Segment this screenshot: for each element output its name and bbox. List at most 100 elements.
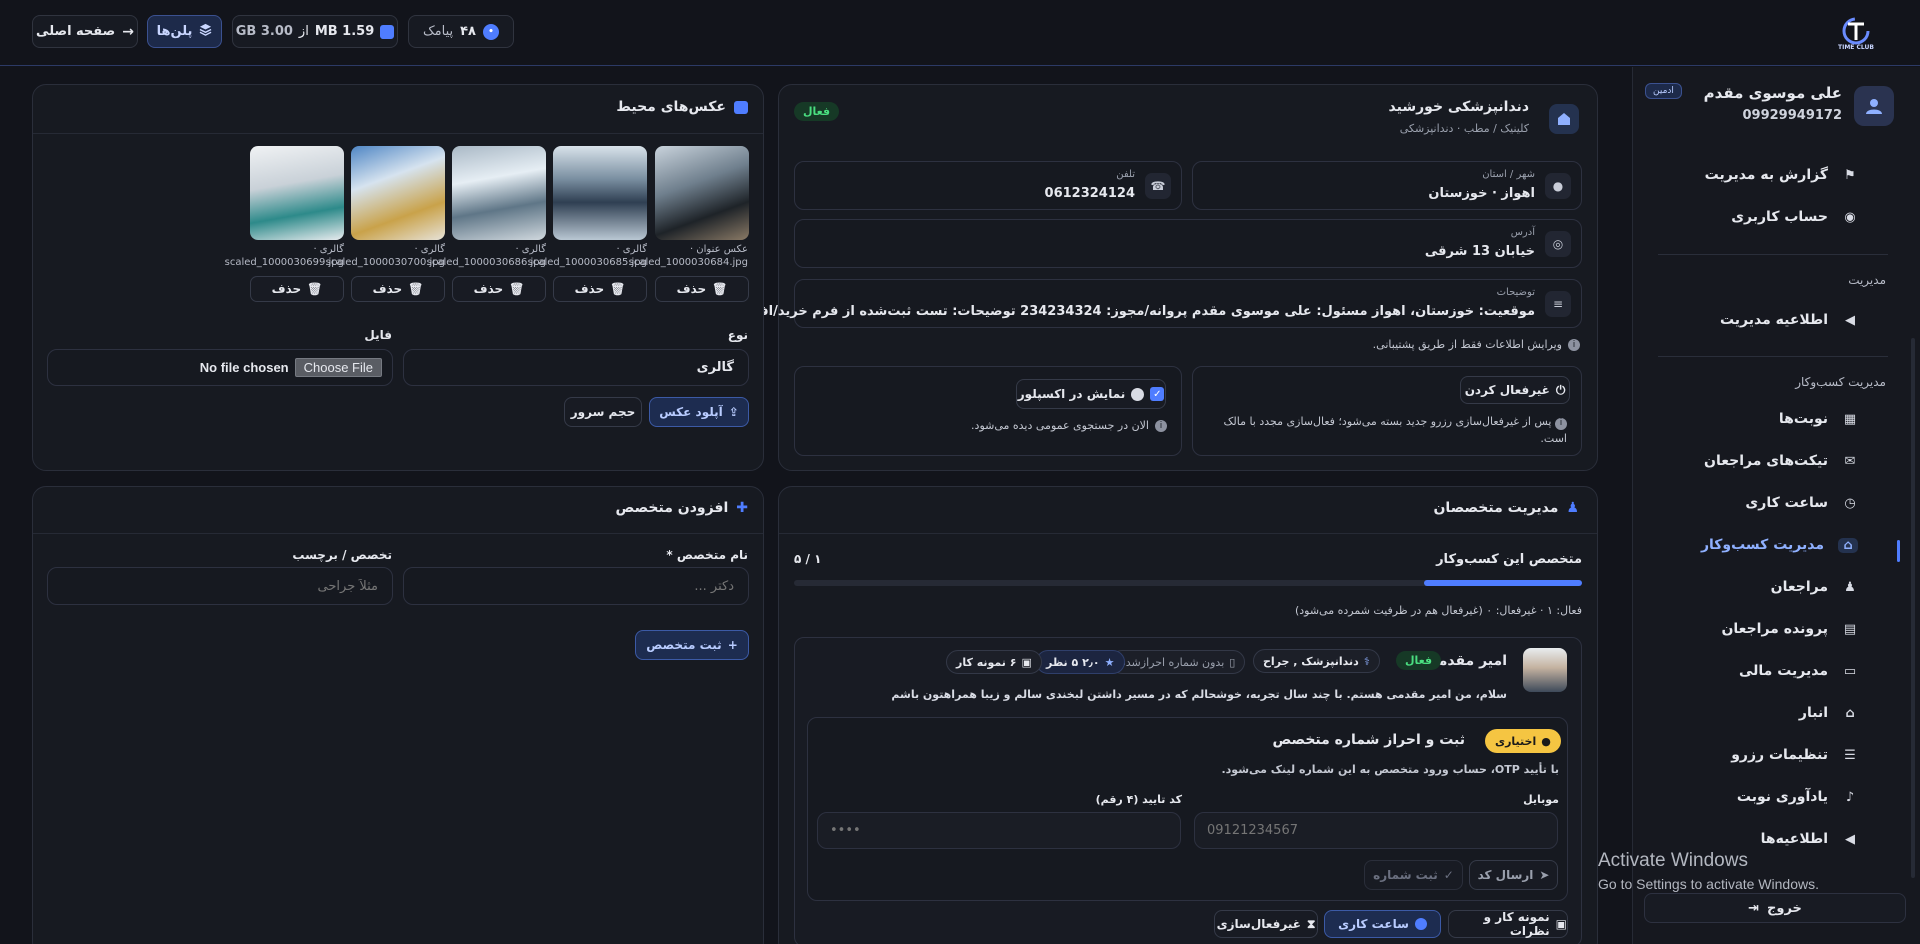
specialty-chip: ⚕ دندانپزشک , جراح xyxy=(1253,649,1380,673)
address-label: آدرس xyxy=(1510,227,1535,238)
delete-photo-button[interactable]: 🗑 حذف xyxy=(250,276,344,302)
deactivate-specialist-label: غیرفعال‌سازی xyxy=(1216,917,1301,931)
sidebar-item-1[interactable]: ✉ تیکت‌های مراجعان xyxy=(1704,453,1858,469)
no-file-text: No file chosen xyxy=(199,360,289,375)
verify-title: ثبت و احراز شماره متخصص xyxy=(1272,732,1465,748)
gallery-photo[interactable] xyxy=(351,146,445,240)
storage-total: GB 3.00 xyxy=(235,24,293,39)
storage-sep: از xyxy=(298,24,309,39)
mobile-field[interactable] xyxy=(1207,823,1545,838)
code-input[interactable] xyxy=(817,812,1181,849)
delete-label: حذف xyxy=(574,282,605,296)
edit-note-text: ویرایش اطلاعات فقط از طریق پشتیبانی. xyxy=(1372,338,1562,351)
explorer-toggle[interactable]: ✓ نمایش در اکسپلور xyxy=(1016,379,1166,409)
choose-file-button[interactable]: Choose File xyxy=(294,358,382,377)
register-number-button[interactable]: ✓ ثبت شماره xyxy=(1364,860,1463,890)
nav-section-business: مدیریت کسب‌وکار xyxy=(1795,375,1886,389)
server-size-button[interactable]: حجم سرور xyxy=(564,397,642,427)
address-field: ◎ آدرس خیابان 13 شرقی xyxy=(794,219,1582,268)
avatar[interactable] xyxy=(1854,86,1894,126)
deactivate-specialist-button[interactable]: ⧗ غیرفعال‌سازی xyxy=(1214,910,1318,938)
section-label: متخصص این کسب‌وکار xyxy=(1436,552,1582,567)
sidebar-item-9[interactable]: ♪ یادآوری نوبت xyxy=(1737,789,1858,805)
mobile-icon: ▯ xyxy=(1229,655,1236,669)
map-pin-icon: ◎ xyxy=(1545,231,1571,257)
plans-button[interactable]: پلن‌ها xyxy=(147,15,222,48)
sidebar-item-4[interactable]: ♟ مراجعان xyxy=(1771,579,1858,595)
nav-section-admin: مدیریت xyxy=(1848,273,1886,287)
address-value: خیابان 13 شرقی xyxy=(1424,244,1535,259)
delete-photo-button[interactable]: 🗑 حذف xyxy=(655,276,749,302)
home-button[interactable]: → صفحه اصلی xyxy=(32,15,138,48)
delete-photo-button[interactable]: 🗑 حذف xyxy=(452,276,546,302)
deactivate-button[interactable]: ⏻ غیرفعال کردن xyxy=(1460,376,1570,404)
calendar-icon: ▦ xyxy=(1843,411,1857,427)
specialist-tag-input[interactable] xyxy=(47,567,393,605)
sidebar-item-0[interactable]: ▦ نوبت‌ها xyxy=(1779,411,1858,427)
type-select[interactable]: گالری xyxy=(403,349,749,386)
hours-button[interactable]: ساعت کاری xyxy=(1324,910,1441,938)
submit-specialist-button[interactable]: + ثبت متخصص xyxy=(635,630,749,660)
sidebar-item-7[interactable]: ⌂ انبار xyxy=(1799,705,1858,721)
storage-usage[interactable]: MB 1.59 از GB 3.00 xyxy=(232,15,398,48)
specialist-name-input[interactable] xyxy=(403,567,749,605)
mobile-input[interactable] xyxy=(1194,812,1558,849)
optional-badge: ● اختیاری xyxy=(1485,729,1561,753)
nav-account[interactable]: ◉ حساب کاربری xyxy=(1731,209,1858,225)
nav-divider xyxy=(1658,356,1888,357)
code-field[interactable] xyxy=(830,823,1168,838)
gallery-header: عکس‌های محیط xyxy=(616,99,748,115)
samples-chip: ▣ ۶ نمونه کار xyxy=(946,650,1042,674)
delete-photo-button[interactable]: 🗑 حذف xyxy=(553,276,647,302)
logout-button[interactable]: خروج ⇥ xyxy=(1644,893,1906,923)
sidebar-item-5[interactable]: ▤ پرونده مراجعان xyxy=(1721,621,1858,637)
specialist-tag-field[interactable] xyxy=(62,578,378,594)
gallery-photo[interactable] xyxy=(655,146,749,240)
role-badge: ادمین xyxy=(1645,83,1682,99)
upload-photo-button[interactable]: ⇪ آپلود عکس xyxy=(649,397,749,427)
megaphone-icon: ◀ xyxy=(1845,312,1855,328)
gallery-icon: ▣ xyxy=(1021,655,1032,669)
specialist-name-field[interactable] xyxy=(418,578,734,594)
business-subtitle: کلینیک / مطب · دندانپزشکی xyxy=(1399,122,1529,135)
portfolio-button[interactable]: ▣ نمونه کار و نظرات xyxy=(1448,910,1568,938)
send-code-label: ارسال کد xyxy=(1477,868,1534,882)
gallery-photo[interactable] xyxy=(553,146,647,240)
time-club-logo[interactable]: TIME CLUB xyxy=(1836,14,1876,54)
phone-label: تلفن xyxy=(1116,169,1135,180)
nav-admin-notice[interactable]: ◀ اطلاعیه مدیریت xyxy=(1720,312,1858,328)
user-icon xyxy=(1866,99,1882,114)
sidebar-item-10[interactable]: ◀ اطلاعیه‌ها xyxy=(1761,831,1858,847)
delete-photo-button[interactable]: 🗑 حذف xyxy=(351,276,445,302)
file-input[interactable]: No file chosen Choose File xyxy=(47,349,393,386)
logo-text: TIME CLUB xyxy=(1838,44,1874,51)
trash-icon: 🗑 xyxy=(712,282,728,296)
gallery-photo[interactable] xyxy=(250,146,344,240)
send-code-button[interactable]: ➤ ارسال کد xyxy=(1469,860,1558,890)
sidebar-item-8[interactable]: ☰ تنظیمات رزرو xyxy=(1731,747,1858,763)
optional-text: اختیاری xyxy=(1495,734,1537,748)
gallery-photo[interactable] xyxy=(452,146,546,240)
sidebar-item-3[interactable]: ⌂ مدیریت کسب‌وکار xyxy=(1701,537,1858,553)
description-label: توضیحات xyxy=(1496,287,1535,298)
sms-label: پیامک xyxy=(423,24,454,39)
image-icon xyxy=(734,100,748,114)
store-icon: ⌂ xyxy=(1838,537,1858,553)
edit-note: i ویرایش اطلاعات فقط از طریق پشتیبانی. xyxy=(1373,338,1580,351)
warehouse-icon: ⌂ xyxy=(1845,705,1855,721)
caption-file: scaled_1000030699.jpg xyxy=(224,257,344,268)
clock-icon xyxy=(1414,918,1427,930)
nav-report[interactable]: ⚑ گزارش به مدیریت xyxy=(1705,167,1858,183)
person-icon: ◉ xyxy=(1844,209,1856,225)
sidebar-item-6[interactable]: ▭ مدیریت مالی xyxy=(1739,663,1858,679)
chat-bubble-icon: • xyxy=(483,23,499,40)
sms-credit[interactable]: • ۴۸ پیامک xyxy=(408,15,514,48)
sidebar-scrollbar[interactable] xyxy=(1911,338,1915,878)
sidebar-item-2[interactable]: ◷ ساعت کاری xyxy=(1745,495,1858,511)
star-icon: ★ xyxy=(1104,655,1115,669)
home-label: صفحه اصلی xyxy=(36,24,116,39)
sms-count: ۴۸ xyxy=(460,24,476,39)
code-label: کد تایید (۴ رقم) xyxy=(1095,793,1182,806)
flag-icon: ⚑ xyxy=(1844,167,1856,183)
delete-label: حذف xyxy=(473,282,504,296)
